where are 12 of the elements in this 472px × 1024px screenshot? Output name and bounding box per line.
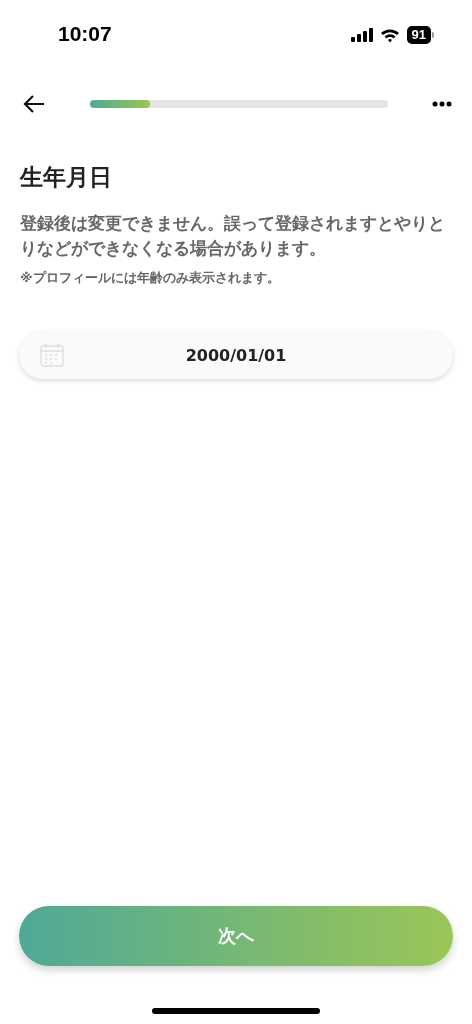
date-value: 2000/01/01 xyxy=(184,345,288,365)
status-time: 10:07 xyxy=(58,22,112,47)
description-text: 登録後は変更できません。誤って登録されますとやりとりなどができなくなる場合があります。 xyxy=(20,212,446,260)
calendar-icon xyxy=(40,343,64,367)
wifi-icon xyxy=(379,27,400,43)
signal-icon xyxy=(350,28,373,42)
more-button[interactable] xyxy=(432,101,452,107)
page-title: 生年月日 xyxy=(20,163,113,192)
battery-icon: 91 xyxy=(406,26,434,44)
back-button[interactable] xyxy=(22,94,46,114)
date-field[interactable]: 2000/01/01 xyxy=(19,331,453,379)
note-text: ※プロフィールには年齢のみ表示されます。 xyxy=(20,269,281,287)
